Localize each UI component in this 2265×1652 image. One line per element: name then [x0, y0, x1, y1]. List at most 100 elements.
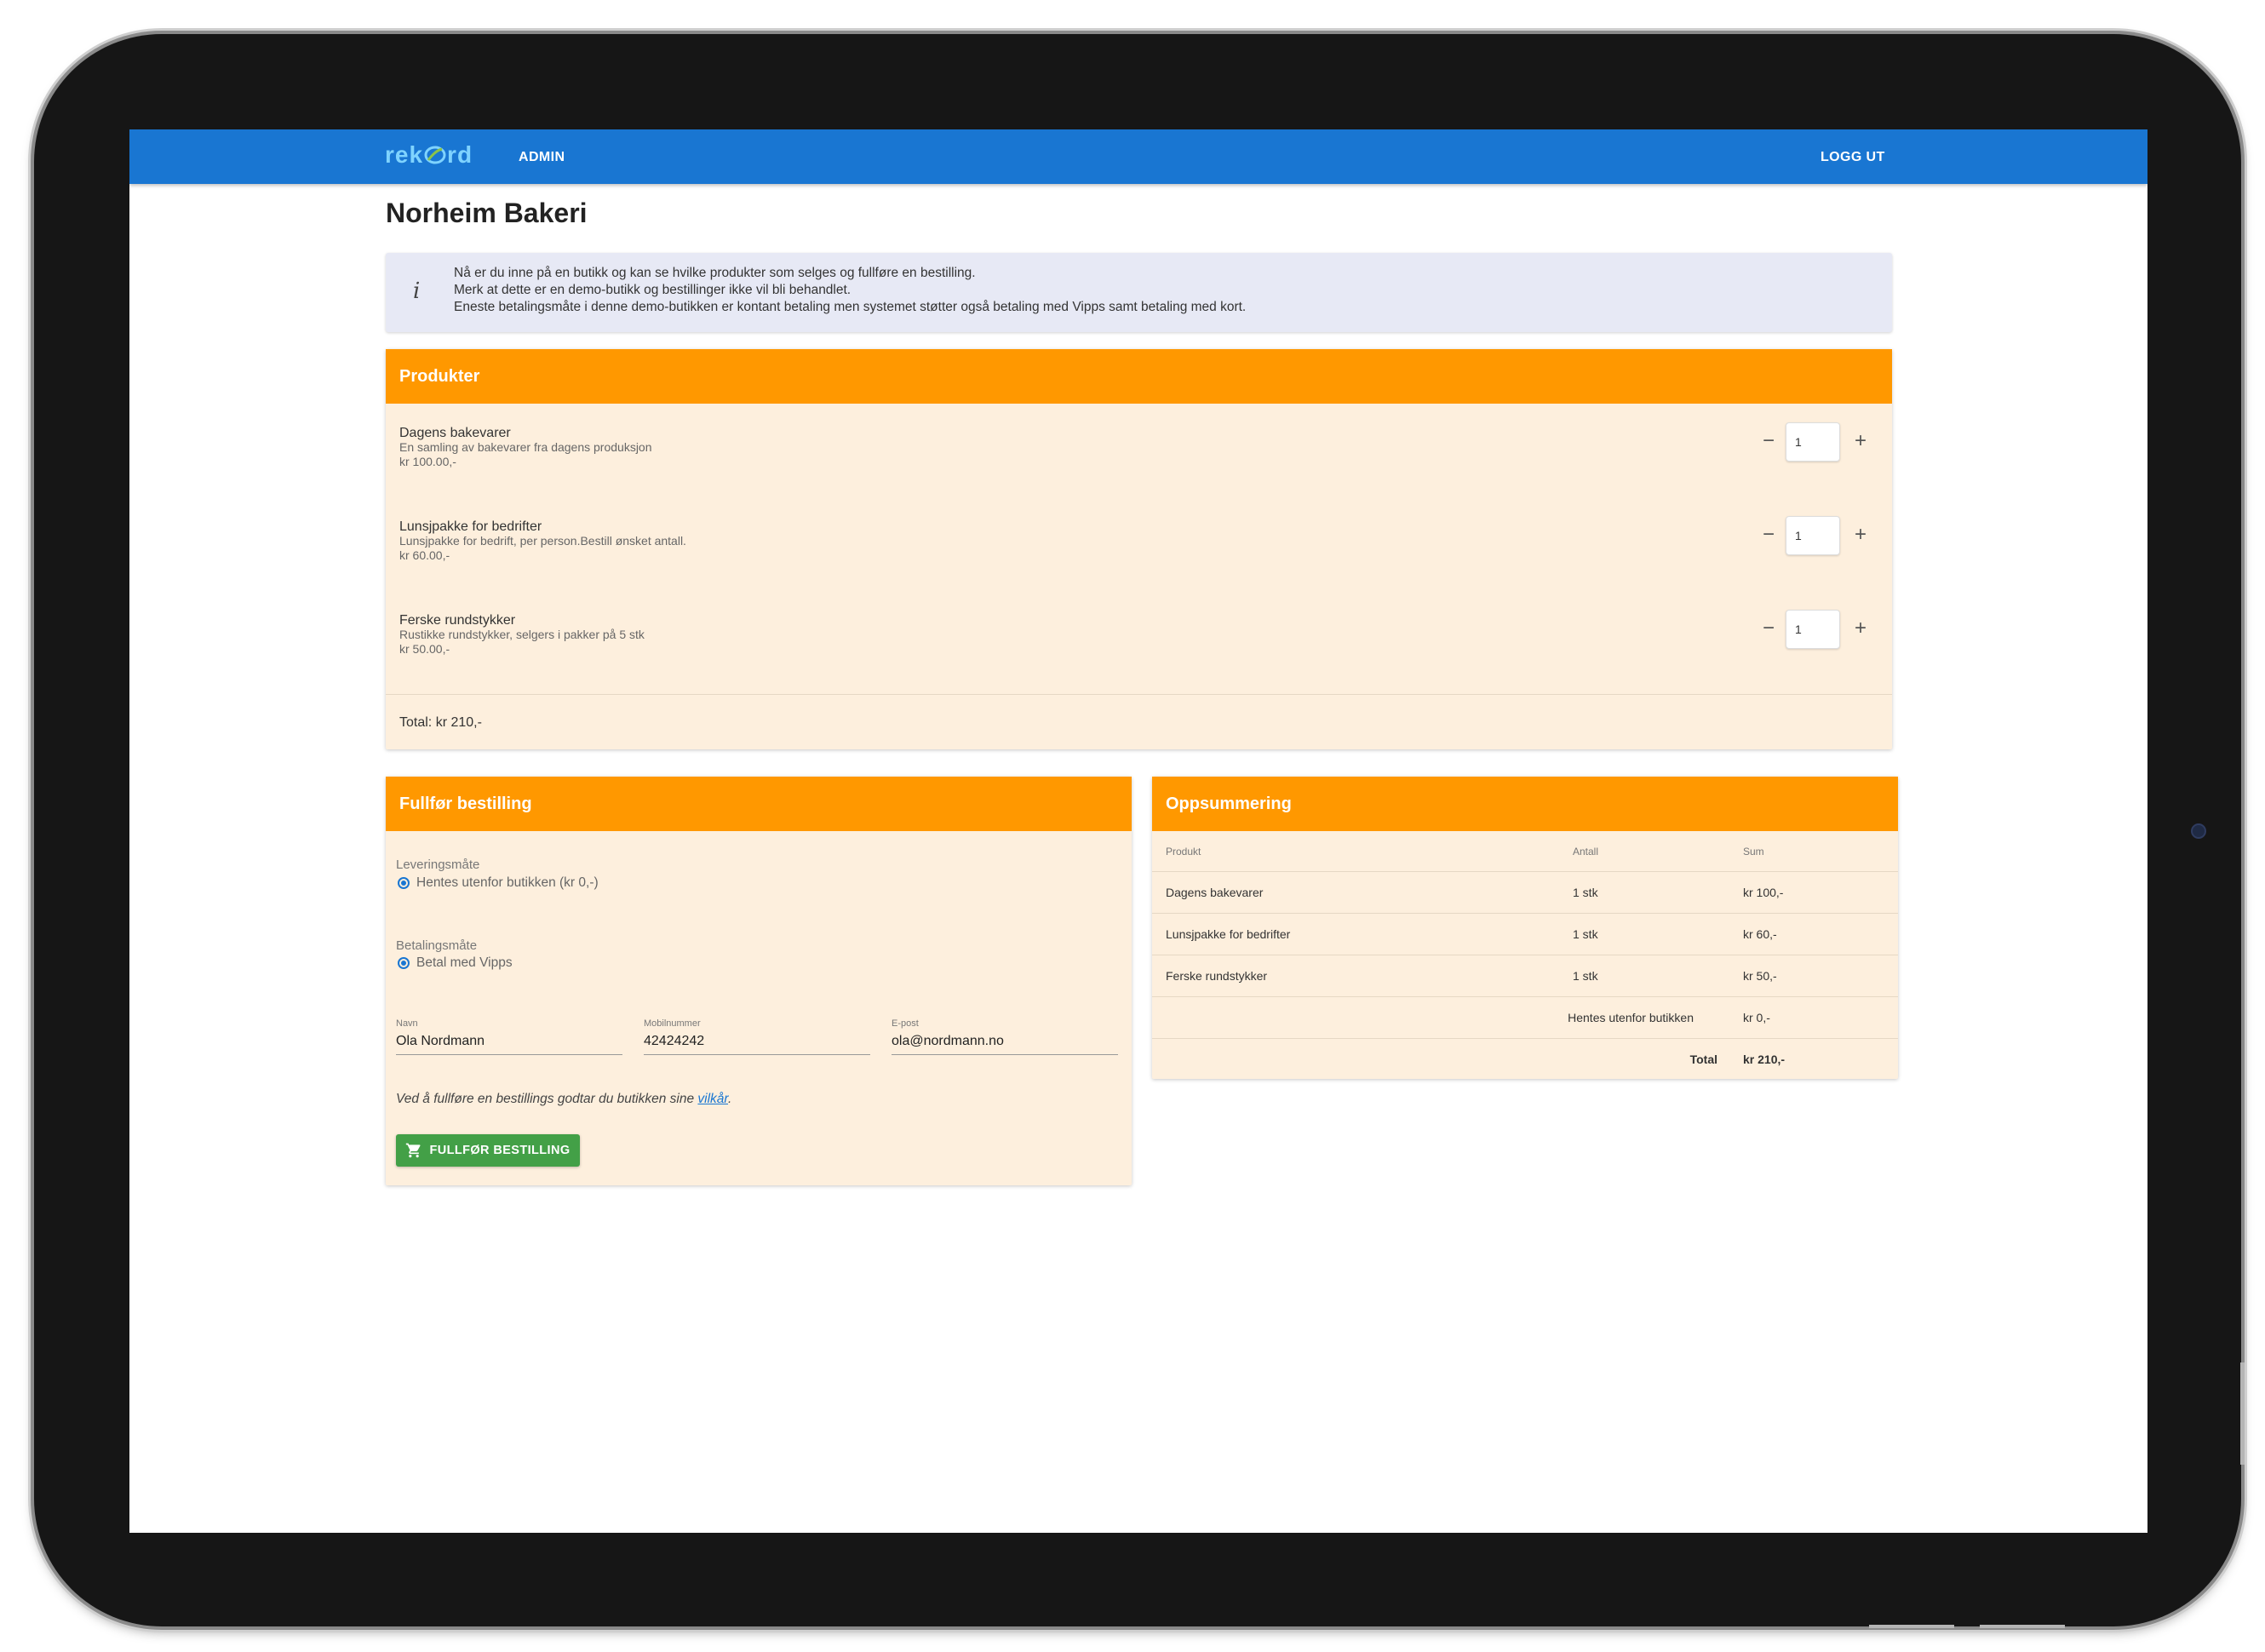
products-total: Total: kr 210,-	[399, 715, 482, 730]
product-name: Dagens bakevarer	[399, 426, 511, 440]
logo-text-end: rd	[447, 141, 473, 168]
products-card: Produkter Dagens bakevarer En samling av…	[386, 349, 1892, 749]
mobile-field: Mobilnummer	[644, 1018, 870, 1055]
table-row: Ferske rundstykker 1 stk kr 50,-	[1152, 955, 1898, 997]
quantity-input[interactable]	[1786, 422, 1840, 462]
products-card-title: Produkter	[386, 349, 1892, 404]
table-cell: kr 60,-	[1743, 913, 1898, 955]
radio-selected-icon	[398, 877, 410, 889]
info-line: Nå er du inne på en butikk og kan se hvi…	[454, 266, 976, 280]
delivery-option-label: Hentes utenfor butikken (kr 0,-)	[416, 875, 599, 890]
terms-text-end: .	[728, 1092, 732, 1106]
table-cell: Ferske rundstykker	[1152, 955, 1573, 997]
complete-order-button[interactable]: FULLFØR BESTILLING	[396, 1134, 580, 1167]
table-cell	[1152, 996, 1573, 1039]
checkout-card-title: Fullfør bestilling	[386, 777, 1132, 831]
info-banner: i Nå er du inne på en butikk og kan se h…	[386, 253, 1892, 332]
complete-order-label: FULLFØR BESTILLING	[429, 1144, 571, 1157]
increase-button[interactable]: +	[1850, 523, 1871, 547]
table-cell: Total	[1689, 1053, 1717, 1066]
table-cell	[1152, 1039, 1573, 1081]
quantity-stepper: − +	[1758, 422, 1871, 462]
increase-button[interactable]: +	[1850, 429, 1871, 453]
name-input[interactable]	[396, 1034, 622, 1055]
table-cell: kr 100,-	[1743, 871, 1898, 914]
side-button	[2240, 1362, 2245, 1465]
mobile-input[interactable]	[644, 1034, 870, 1055]
payment-option-label: Betal med Vipps	[416, 955, 513, 970]
bottom-button	[1869, 1625, 1954, 1628]
info-text: Nå er du inne på en butikk og kan se hvi…	[454, 265, 1246, 316]
table-cell: kr 0,-	[1743, 996, 1898, 1039]
product-item: Ferske rundstykker Rustikke rundstykker,…	[399, 613, 645, 657]
quantity-stepper: − +	[1758, 516, 1871, 555]
payment-label: Betalingsmåte	[396, 938, 478, 953]
table-cell: 1 stk	[1573, 955, 1743, 997]
logo[interactable]: rek rd	[385, 141, 473, 169]
product-price: kr 60.00,-	[399, 548, 450, 562]
terms-link[interactable]: vilkår	[697, 1092, 728, 1106]
summary-card: Oppsummering Produkt Antall Sum Dagens b…	[1152, 777, 1898, 1079]
payment-option-radio[interactable]: Betal med Vipps	[398, 955, 513, 971]
product-description: En samling av bakevarer fra dagens produ…	[399, 440, 652, 454]
table-cell: 1 stk	[1573, 871, 1743, 914]
divider	[386, 694, 1892, 695]
info-icon: i	[413, 278, 421, 304]
decrease-button[interactable]: −	[1758, 429, 1779, 453]
quantity-stepper: − +	[1758, 610, 1871, 649]
terms-text: Ved å fullføre en bestillings godtar du …	[396, 1092, 731, 1107]
product-description: Lunsjpakke for bedrift, per person.Besti…	[399, 534, 686, 548]
product-price: kr 100.00,-	[399, 455, 456, 468]
logout-button[interactable]: LOGG UT	[1821, 150, 1885, 165]
logo-text-start: rek	[385, 141, 424, 168]
product-description: Rustikke rundstykker, selgers i pakker p…	[399, 628, 645, 641]
table-row: Total kr 210,-	[1152, 1039, 1898, 1081]
table-cell: 1 stk	[1573, 913, 1743, 955]
checkout-card: Fullfør bestilling Leveringsmåte Hentes …	[386, 777, 1132, 1185]
table-cell: kr 210,-	[1743, 1053, 1786, 1066]
decrease-button[interactable]: −	[1758, 523, 1779, 547]
table-row: Dagens bakevarer 1 stk kr 100,-	[1152, 871, 1898, 914]
quantity-input[interactable]	[1786, 516, 1840, 555]
shopping-cart-icon	[406, 1143, 421, 1158]
decrease-button[interactable]: −	[1758, 617, 1779, 640]
logo-leaf-icon	[424, 146, 446, 164]
summary-card-title: Oppsummering	[1152, 777, 1898, 831]
info-line: Merk at dette er en demo-butikk og besti…	[454, 283, 852, 297]
product-item: Lunsjpakke for bedrifter Lunsjpakke for …	[399, 519, 686, 563]
radio-selected-icon	[398, 957, 410, 969]
screen: rek rd ADMIN LOGG UT Norheim Bakeri i Nå…	[129, 129, 2147, 1533]
nav-admin-link[interactable]: ADMIN	[519, 150, 565, 165]
camera-icon	[2191, 823, 2206, 839]
app-bar: rek rd ADMIN LOGG UT	[129, 129, 2147, 184]
column-header: Sum	[1743, 831, 1898, 872]
column-header: Antall	[1573, 831, 1743, 872]
quantity-input[interactable]	[1786, 610, 1840, 649]
table-cell: Dagens bakevarer	[1152, 871, 1573, 914]
table-header-row: Produkt Antall Sum	[1152, 831, 1898, 872]
product-price: kr 50.00,-	[399, 642, 450, 656]
column-header: Produkt	[1152, 831, 1573, 872]
product-item: Dagens bakevarer En samling av bakevarer…	[399, 426, 652, 469]
table-row: Lunsjpakke for bedrifter 1 stk kr 60,-	[1152, 913, 1898, 955]
table-cell: Hentes utenfor butikken	[1547, 996, 1717, 1039]
bottom-button	[1980, 1625, 2065, 1628]
delivery-option-radio[interactable]: Hentes utenfor butikken (kr 0,-)	[398, 875, 599, 891]
name-field: Navn	[396, 1018, 622, 1055]
name-field-label: Navn	[396, 1018, 418, 1029]
product-name: Lunsjpakke for bedrifter	[399, 519, 542, 534]
terms-text-start: Ved å fullføre en bestillings godtar du …	[396, 1092, 698, 1106]
delivery-label: Leveringsmåte	[396, 858, 480, 872]
table-cell: Lunsjpakke for bedrifter	[1152, 913, 1573, 955]
info-line: Eneste betalingsmåte i denne demo-butikk…	[454, 300, 1247, 314]
email-input[interactable]	[892, 1034, 1118, 1055]
summary-table: Produkt Antall Sum Dagens bakevarer 1 st…	[1152, 831, 1898, 1080]
email-field: E-post	[892, 1018, 1118, 1055]
increase-button[interactable]: +	[1850, 617, 1871, 640]
product-name: Ferske rundstykker	[399, 613, 516, 628]
table-cell: kr 50,-	[1743, 955, 1898, 997]
page-title: Norheim Bakeri	[386, 198, 588, 228]
table-row: Hentes utenfor butikken kr 0,-	[1152, 996, 1898, 1039]
email-field-label: E-post	[892, 1018, 919, 1029]
mobile-field-label: Mobilnummer	[644, 1018, 701, 1029]
